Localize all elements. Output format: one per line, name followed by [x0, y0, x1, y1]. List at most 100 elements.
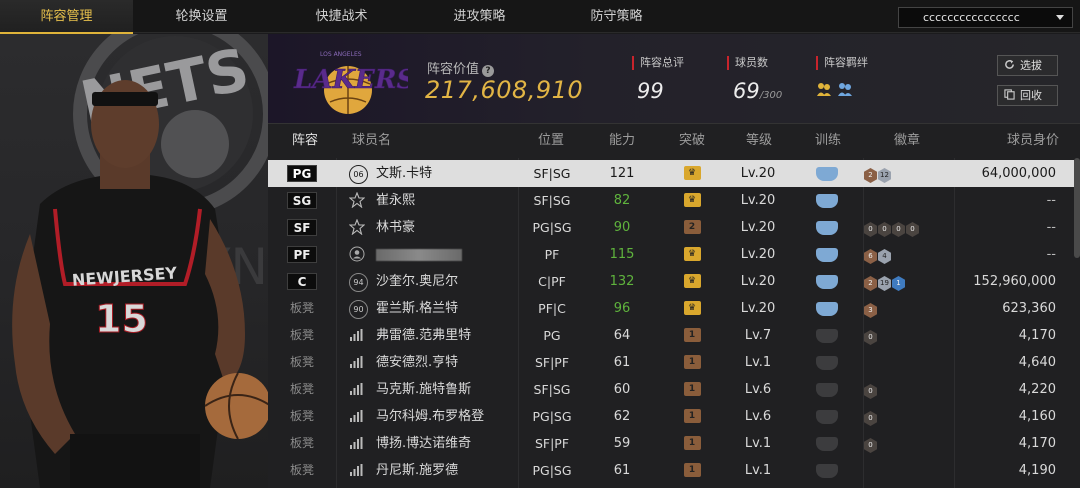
lineup-slot[interactable]: 板凳 [280, 403, 324, 430]
table-row[interactable]: SG 崔永熙 SF|SG 82 ♛ Lv.20 -- [268, 187, 1074, 214]
recycle-button[interactable]: 回收 [997, 85, 1058, 106]
badge-list[interactable]: 64 [864, 241, 954, 268]
breakthrough-crown[interactable]: 1 [656, 430, 728, 457]
col-header-training[interactable]: 训练 [815, 124, 841, 158]
lineup-slot[interactable]: SG [280, 187, 324, 214]
lineup-slot[interactable]: 板凳 [280, 322, 324, 349]
table-row[interactable]: C 94 沙奎尔.奥尼尔 C|PF 132 ♛ Lv.20 2 19 1 152,960,000 [268, 268, 1074, 295]
training-shield[interactable] [792, 187, 862, 214]
breakthrough-crown[interactable]: 2 [656, 214, 728, 241]
training-shield[interactable] [792, 376, 862, 403]
lineup-slot[interactable]: 板凳 [280, 295, 324, 322]
training-shield[interactable] [792, 268, 862, 295]
tab-rotation-settings[interactable]: 轮换设置 [135, 0, 268, 33]
player-illustration: NETS YN NEWJERSEY 15 [12, 34, 268, 488]
breakthrough-crown[interactable]: 1 [656, 349, 728, 376]
team-rating-value: 99 [637, 79, 664, 103]
table-row[interactable]: 板凳 90 霍兰斯.格兰特 PF|C 96 ♛ Lv.20 3 623,360 [268, 295, 1074, 322]
training-shield[interactable] [792, 322, 862, 349]
player-name[interactable]: 马尔科姆.布罗格登 [376, 403, 526, 430]
breakthrough-crown[interactable]: ♛ [656, 160, 728, 187]
badge-list[interactable]: 3 [864, 295, 954, 322]
table-row[interactable]: 板凳 马克斯.施特鲁斯 SF|SG 60 1 Lv.6 0 4,220 [268, 376, 1074, 403]
player-name[interactable]: 林书豪 [376, 214, 526, 241]
training-shield[interactable] [792, 214, 862, 241]
col-header-breakthrough[interactable]: 突破 [679, 124, 705, 158]
team-bond-stat: 阵容羁绊 [816, 56, 868, 97]
badge-list[interactable]: 2 19 1 [864, 268, 954, 295]
badge-list[interactable]: 0 [864, 322, 954, 349]
player-name[interactable]: 崔永熙 [376, 187, 526, 214]
lineup-slot[interactable]: PG [280, 160, 324, 187]
lineup-slot[interactable]: PF [280, 241, 324, 268]
badge-list[interactable]: 0 [864, 376, 954, 403]
player-name[interactable]: 德安德烈.亨特 [376, 349, 526, 376]
badge-list[interactable] [864, 457, 954, 484]
breakthrough-crown[interactable]: 1 [656, 322, 728, 349]
lineup-slot[interactable]: 板凳 [280, 430, 324, 457]
training-shield[interactable] [792, 241, 862, 268]
tab-lineup-management[interactable]: 阵容管理 [0, 0, 133, 34]
breakthrough-crown[interactable]: 1 [656, 457, 728, 484]
col-header-name[interactable]: 球员名 [352, 124, 391, 158]
col-header-position[interactable]: 位置 [538, 124, 564, 158]
tab-defense-strategy[interactable]: 防守策略 [550, 0, 683, 33]
player-name[interactable]: 马克斯.施特鲁斯 [376, 376, 526, 403]
badge-list[interactable]: 0000 [864, 214, 954, 241]
training-shield[interactable] [792, 349, 862, 376]
breakthrough-crown[interactable]: 1 [656, 376, 728, 403]
badge-list[interactable] [864, 187, 954, 214]
training-shield[interactable] [792, 160, 862, 187]
crown-icon: ♛ [683, 193, 701, 207]
bond-blue-icon[interactable] [837, 81, 853, 97]
breakthrough-crown[interactable]: ♛ [656, 187, 728, 214]
player-name[interactable] [376, 241, 526, 268]
player-name[interactable]: 弗雷德.范弗里特 [376, 322, 526, 349]
player-name[interactable]: 丹尼斯.施罗德 [376, 457, 526, 484]
training-shield[interactable] [792, 403, 862, 430]
player-name[interactable]: 沙奎尔.奥尼尔 [376, 268, 526, 295]
lineup-slot[interactable]: C [280, 268, 324, 295]
table-scrollbar[interactable] [1074, 158, 1080, 258]
lineup-slot[interactable]: 板凳 [280, 349, 324, 376]
tab-quick-tactics[interactable]: 快捷战术 [275, 0, 408, 33]
badge-list[interactable]: 0 [864, 430, 954, 457]
badge-list[interactable]: 2 12 [864, 160, 954, 187]
player-ability: 96 [613, 301, 631, 316]
player-position: PG|SG [532, 463, 572, 478]
col-header-ability[interactable]: 能力 [609, 124, 635, 158]
bond-gold-icon[interactable] [816, 81, 832, 97]
lineup-select[interactable]: cccccccccccccccc [898, 7, 1073, 28]
table-row[interactable]: SF 林书豪 PG|SG 90 2 Lv.20 0 0 0 0 -- [268, 214, 1074, 241]
lineup-slot[interactable]: 板凳 [280, 376, 324, 403]
table-row[interactable]: PG 06 文斯.卡特 SF|SG 121 ♛ Lv.20 2 12 64,000,000 [268, 160, 1074, 187]
table-row[interactable]: 板凳 弗雷德.范弗里特 PG 64 1 Lv.7 0 4,170 [268, 322, 1074, 349]
breakthrough-crown[interactable]: 1 [656, 403, 728, 430]
training-shield[interactable] [792, 430, 862, 457]
table-row[interactable]: 板凳 丹尼斯.施罗德 PG|SG 61 1 Lv.1 4,190 [268, 457, 1074, 484]
pick-button[interactable]: 选拔 [997, 55, 1058, 76]
tab-offense-strategy[interactable]: 进攻策略 [413, 0, 546, 33]
lineup-slot[interactable]: 板凳 [280, 457, 324, 484]
player-name[interactable]: 博扬.博达诺维奇 [376, 430, 526, 457]
col-header-slot[interactable]: 阵容 [292, 124, 318, 158]
player-value: -- [1046, 247, 1056, 262]
table-row[interactable]: 板凳 博扬.博达诺维奇 SF|PF 59 1 Lv.1 0 4,170 [268, 430, 1074, 457]
col-header-badges[interactable]: 徽章 [894, 124, 920, 158]
table-row[interactable]: 板凳 马尔科姆.布罗格登 PG|SG 62 1 Lv.6 0 4,160 [268, 403, 1074, 430]
training-shield[interactable] [792, 457, 862, 484]
badge-list[interactable]: 0 [864, 403, 954, 430]
star-icon [348, 218, 366, 236]
breakthrough-crown[interactable]: ♛ [656, 268, 728, 295]
table-row[interactable]: PF PF 115 ♛ Lv.20 6 4 -- [268, 241, 1074, 268]
breakthrough-crown[interactable]: ♛ [656, 241, 728, 268]
training-shield[interactable] [792, 295, 862, 322]
lineup-slot[interactable]: SF [280, 214, 324, 241]
col-header-value[interactable]: 球员身价 [1007, 124, 1059, 158]
badge-list[interactable] [864, 349, 954, 376]
player-name[interactable]: 霍兰斯.格兰特 [376, 295, 526, 322]
table-row[interactable]: 板凳 德安德烈.亨特 SF|PF 61 1 Lv.1 4,640 [268, 349, 1074, 376]
breakthrough-crown[interactable]: ♛ [656, 295, 728, 322]
col-header-level[interactable]: 等级 [746, 124, 772, 158]
player-name[interactable]: 文斯.卡特 [376, 160, 526, 187]
